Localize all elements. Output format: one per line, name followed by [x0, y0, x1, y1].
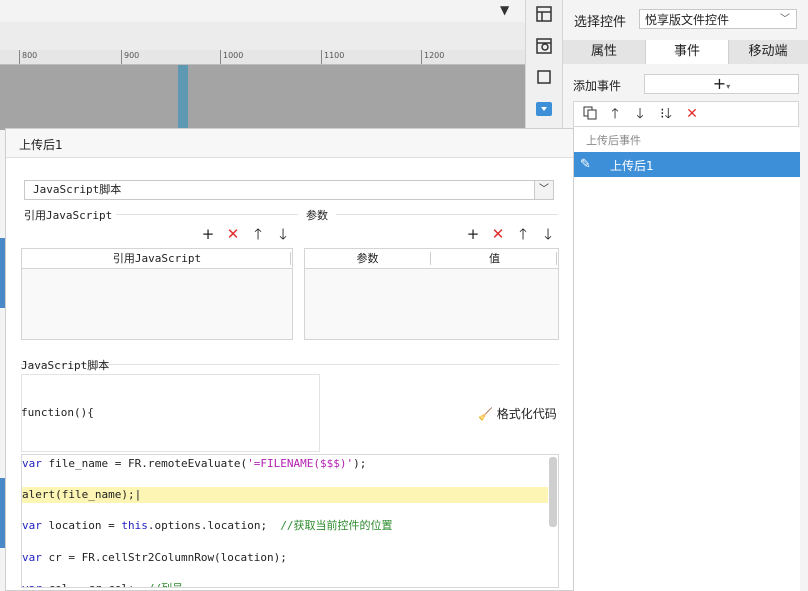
dropdown-widget-icon[interactable] [535, 100, 553, 118]
column-header-value: 值 [489, 252, 500, 265]
column-separator [290, 252, 291, 265]
code-token: file_name = FR.remoteEvaluate( [41, 457, 248, 470]
move-down-icon[interactable]: 🡓 [275, 226, 291, 242]
add-icon[interactable]: + [465, 226, 481, 242]
code-token: col = cr.col; [42, 582, 148, 587]
divider [336, 214, 558, 215]
code-token-cmt: //获取当前控件的位置 [280, 519, 393, 532]
delete-icon[interactable]: ✕ [225, 226, 241, 242]
code-token: cr = FR.cellStr2ColumnRow(location); [41, 551, 287, 564]
ruler-tick: 1000 [220, 50, 243, 64]
code-line[interactable]: var col = cr.col; //列号 [22, 581, 183, 587]
layout-icon[interactable] [535, 5, 553, 23]
download-arrow-icon[interactable]: ▼ [500, 3, 509, 17]
ruler-tick: 1100 [321, 50, 344, 64]
params-title: 参数 [306, 209, 328, 222]
vertical-toolbar [525, 0, 563, 130]
ruler-tick: 800 [19, 50, 37, 64]
column-header-param: 参数 [356, 252, 379, 265]
add-icon[interactable]: + [200, 226, 216, 242]
event-group-label: 上传后事件 [586, 134, 641, 147]
code-token-kw: var [22, 519, 42, 532]
format-code-button[interactable]: 🧹 格式化代码 [478, 405, 557, 422]
select-widget-label: 选择控件 [574, 15, 627, 30]
chevron-down-icon: ﹀ [780, 14, 790, 25]
event-list: 上传后事件 ✎ 上传后1 [573, 127, 800, 591]
editor-top-bar [0, 0, 525, 23]
format-code-label: 格式化代码 [496, 407, 557, 421]
dialog-title: 上传后1 [19, 138, 63, 152]
code-line[interactable]: var cr = FR.cellStr2ColumnRow(location); [22, 550, 287, 566]
broom-icon: 🧹 [478, 407, 493, 421]
code-token: location = [41, 519, 122, 532]
panel-tabs: 属性 事件 移动端 [563, 40, 808, 64]
ref-js-title: 引用JavaScript [24, 209, 113, 222]
chevron-down-icon[interactable]: ﹀ [534, 181, 553, 199]
tab-events[interactable]: 事件 [645, 40, 729, 64]
widget-select[interactable]: 悦享版文件控件 ﹀ [639, 9, 797, 29]
editor-toolbar-area [0, 22, 525, 50]
move-up-icon[interactable]: 🡑 [515, 226, 531, 242]
delete-icon[interactable]: ✕ [684, 106, 700, 122]
script-section-title: JavaScript脚本 [21, 359, 110, 372]
move-down-icon[interactable]: 🡓 [632, 106, 648, 122]
dialog-title-bar: 上传后1 [6, 129, 573, 158]
column-separator [556, 252, 557, 265]
tab-mobile[interactable]: 移动端 [727, 40, 808, 64]
scrollbar-thumb[interactable] [549, 457, 557, 527]
code-line[interactable]: var file_name = FR.remoteEvaluate('=FILE… [22, 456, 366, 472]
horizontal-ruler: 800 900 1000 1100 1200 [0, 50, 525, 65]
move-up-icon[interactable]: 🡑 [250, 226, 266, 242]
ref-js-table[interactable]: 引用JavaScript [21, 248, 293, 340]
delete-icon[interactable]: ✕ [490, 226, 506, 242]
widget-settings-icon[interactable] [535, 37, 553, 55]
code-line[interactable]: var location = this.options.location; //… [22, 518, 393, 534]
script-type-value: JavaScript脚本 [33, 183, 122, 196]
code-token-kw: var [22, 551, 42, 564]
frame-icon[interactable] [535, 68, 553, 86]
text-cursor: | [134, 488, 142, 501]
plus-icon: + [712, 74, 727, 93]
add-event-label: 添加事件 [573, 79, 622, 93]
code-token: alert(file_name); [22, 488, 135, 501]
add-event-button[interactable]: +▾ [644, 74, 799, 94]
params-table[interactable]: 参数 值 [304, 248, 559, 340]
caret-down-icon: ▾ [726, 82, 731, 91]
event-item-label: 上传后1 [610, 159, 654, 173]
divider [116, 214, 298, 215]
event-edit-dialog: 上传后1 JavaScript脚本 ﹀ 引用JavaScript + ✕ 🡑 🡓… [5, 128, 574, 591]
code-token-str: '=FILENAME($$$)' [247, 457, 354, 470]
table-header: 参数 值 [305, 249, 558, 269]
code-editor[interactable]: var file_name = FR.remoteEvaluate('=FILE… [21, 454, 559, 588]
code-line[interactable]: alert(file_name);| [22, 487, 141, 503]
function-header: function(){ [21, 406, 94, 419]
tab-properties[interactable]: 属性 [563, 40, 645, 64]
script-type-select[interactable]: JavaScript脚本 ﹀ [24, 180, 554, 200]
code-token-kw: var [22, 582, 42, 587]
move-up-icon[interactable]: 🡑 [607, 106, 623, 122]
table-header: 引用JavaScript [22, 249, 292, 269]
event-toolbar: 🡑 🡓 ⁝🡓 ✕ [573, 101, 799, 127]
pencil-icon: ✎ [580, 157, 591, 172]
move-down-icon[interactable]: 🡓 [540, 226, 556, 242]
code-token: .options.location; [147, 519, 281, 532]
design-canvas[interactable] [0, 65, 525, 130]
code-token-kw: var [22, 457, 42, 470]
widget-select-value: 悦享版文件控件 [645, 13, 730, 27]
column-header: 引用JavaScript [112, 252, 202, 265]
code-token-kw: this [121, 519, 148, 532]
move-to-bottom-icon[interactable]: ⁝🡓 [658, 106, 674, 122]
canvas-column-marker [178, 65, 188, 130]
code-token: ); [353, 457, 367, 470]
ruler-tick: 1200 [421, 50, 444, 64]
ruler-tick: 900 [121, 50, 139, 64]
right-properties-panel: 选择控件 悦享版文件控件 ﹀ 属性 事件 移动端 添加事件 +▾ 🡑 🡓 ⁝🡓 … [562, 0, 808, 591]
event-list-item[interactable]: ✎ 上传后1 [574, 152, 800, 177]
code-token-cmt: //列号 [148, 582, 183, 587]
copy-icon[interactable] [582, 106, 598, 122]
